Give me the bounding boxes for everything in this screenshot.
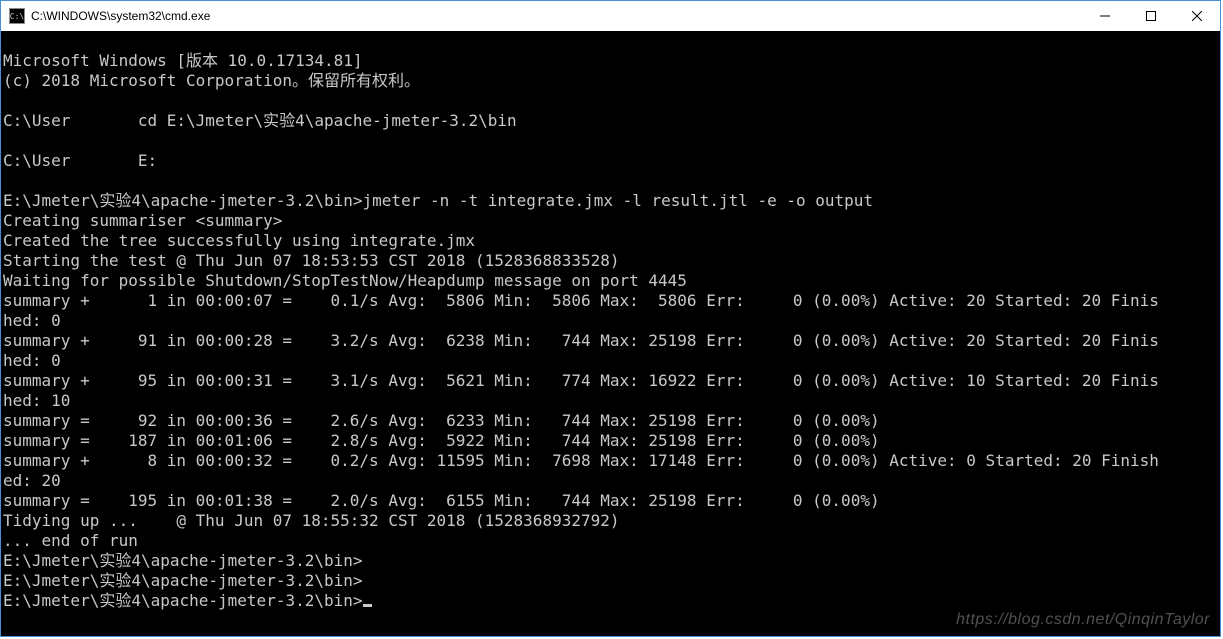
maximize-button[interactable] <box>1128 1 1174 31</box>
summary-line: summary = 92 in 00:00:36 = 2.6/s Avg: 62… <box>3 411 880 430</box>
banner-line: Microsoft Windows [版本 10.0.17134.81] <box>3 51 363 70</box>
summary-line: summary = 187 in 00:01:06 = 2.8/s Avg: 5… <box>3 431 880 450</box>
terminal-output[interactable]: Microsoft Windows [版本 10.0.17134.81] (c)… <box>1 31 1220 636</box>
output-line: Tidying up ... @ Thu Jun 07 18:55:32 CST… <box>3 511 620 530</box>
prompt-prefix: C:\User <box>3 151 70 170</box>
copyright-line: (c) 2018 Microsoft Corporation。保留所有权利。 <box>3 71 420 90</box>
prompt-line: E:\Jmeter\实验4\apache-jmeter-3.2\bin> <box>3 591 372 610</box>
prompt: E:\Jmeter\实验4\apache-jmeter-3.2\bin> <box>3 591 363 610</box>
summary-line: summary = 195 in 00:01:38 = 2.0/s Avg: 6… <box>3 491 880 510</box>
summary-line: summary + 91 in 00:00:28 = 3.2/s Avg: 62… <box>3 331 1159 350</box>
output-line: Waiting for possible Shutdown/StopTestNo… <box>3 271 687 290</box>
redacted-user: XXXXXXX <box>70 111 137 131</box>
summary-line: hed: 0 <box>3 311 61 330</box>
output-line: ... end of run <box>3 531 138 550</box>
cursor <box>363 604 372 607</box>
jmeter-command-line: E:\Jmeter\实验4\apache-jmeter-3.2\bin>jmet… <box>3 191 873 210</box>
cd-command: cd E:\Jmeter\实验4\apache-jmeter-3.2\bin <box>138 111 517 130</box>
output-line: Created the tree successfully using inte… <box>3 231 475 250</box>
drive-change: E: <box>138 151 157 170</box>
prompt-line: E:\Jmeter\实验4\apache-jmeter-3.2\bin> <box>3 571 363 590</box>
jmeter-command: jmeter -n -t integrate.jmx -l result.jtl… <box>363 191 874 210</box>
summary-line: summary + 8 in 00:00:32 = 0.2/s Avg: 115… <box>3 451 1159 470</box>
prompt-line: C:\UserXXXXXXXcd E:\Jmeter\实验4\apache-jm… <box>3 111 517 130</box>
close-button[interactable] <box>1174 1 1220 31</box>
prompt: E:\Jmeter\实验4\apache-jmeter-3.2\bin> <box>3 191 363 210</box>
redacted-user: XXXXXXX <box>70 151 137 171</box>
cmd-window: C:\ C:\WINDOWS\system32\cmd.exe Microsof… <box>0 0 1221 637</box>
summary-line: summary + 1 in 00:00:07 = 0.1/s Avg: 580… <box>3 291 1159 310</box>
output-line: Starting the test @ Thu Jun 07 18:53:53 … <box>3 251 620 270</box>
watermark: https://blog.csdn.net/QinqinTaylor <box>956 610 1210 630</box>
summary-line: hed: 0 <box>3 351 61 370</box>
prompt-prefix: C:\User <box>3 111 70 130</box>
summary-line: summary + 95 in 00:00:31 = 3.1/s Avg: 56… <box>3 371 1159 390</box>
minimize-button[interactable] <box>1082 1 1128 31</box>
window-title: C:\WINDOWS\system32\cmd.exe <box>31 9 1082 23</box>
cmd-icon: C:\ <box>9 8 25 24</box>
prompt-line: E:\Jmeter\实验4\apache-jmeter-3.2\bin> <box>3 551 363 570</box>
window-controls <box>1082 1 1220 31</box>
titlebar: C:\ C:\WINDOWS\system32\cmd.exe <box>1 1 1220 31</box>
summary-line: ed: 20 <box>3 471 61 490</box>
output-line: Creating summariser <summary> <box>3 211 282 230</box>
summary-line: hed: 10 <box>3 391 70 410</box>
prompt-line: C:\UserXXXXXXXE: <box>3 151 157 170</box>
